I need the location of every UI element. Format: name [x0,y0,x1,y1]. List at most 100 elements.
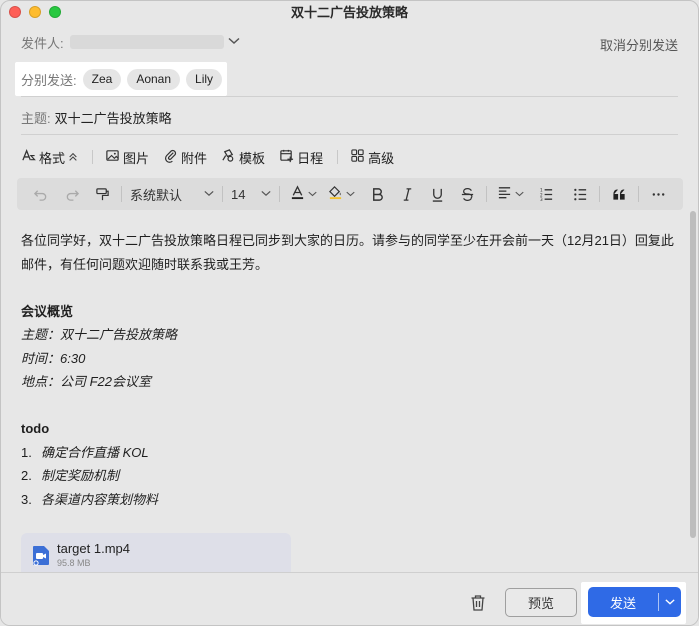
bullet-list-icon[interactable] [569,182,591,206]
recipient-chip[interactable]: Zea [82,68,122,90]
from-address-redacted[interactable] [69,35,224,49]
align-left-icon [497,185,512,203]
format-label: 格式 [39,150,66,166]
toolbar-divider [337,150,339,164]
window-controls [9,6,61,18]
subject-input[interactable]: 双十二广告投放策略 [55,108,172,127]
grid-icon [350,148,365,166]
video-file-icon [32,545,50,566]
image-icon [105,148,120,166]
italic-icon[interactable] [396,182,418,206]
schedule-label: 日程 [297,150,324,166]
compose-toolbar: 格式 图片 附件 模板 日程 高级 [21,142,678,172]
recipient-chip[interactable]: Aonan [127,68,181,90]
list-item: 2. 制定奖励机制 [21,464,678,488]
toolbar-divider [638,186,639,202]
overview-subject: 主题：双十二广告投放策略 [21,327,178,342]
advanced-button[interactable]: 高级 [350,148,394,167]
list-text: 各渠道内容策划物料 [41,491,159,507]
compose-window: 双十二广告投放策略 发件人: 取消分别发送 分别发送: Zea Aonan Li… [0,0,699,626]
divider [21,96,678,97]
chevron-down-icon [261,189,271,200]
chevron-down-icon [307,189,317,200]
quote-icon[interactable] [608,182,630,206]
font-family-select[interactable]: 系统默认 [130,182,214,206]
recipient-chip[interactable]: Lily [186,68,223,90]
window-title: 双十二广告投放策略 [290,5,408,20]
list-item: 1. 确定合作直播 KOL [21,441,678,465]
subject-row: 主题: 双十二广告投放策略 [21,101,678,135]
bold-icon[interactable] [366,182,388,206]
redo-icon[interactable] [61,182,83,206]
more-options-icon[interactable] [647,182,669,206]
minimize-window-button[interactable] [29,6,41,18]
list-item: 3. 各渠道内容策划物料 [21,488,678,512]
footer-bar: 预览 发送 [1,572,698,625]
send-label: 发送 [609,595,636,611]
separate-send-label: 分别发送: [21,72,77,88]
todo-heading: todo [21,421,50,436]
separate-send-row: 分别发送: Zea Aonan Lily [21,62,678,96]
template-icon [221,148,236,166]
title-bar: 双十二广告投放策略 [1,1,698,25]
numbered-list-icon[interactable]: 123 [535,182,557,206]
toolbar-divider [599,186,600,202]
attachment-label: 附件 [181,150,208,166]
insert-attachment-button[interactable]: 附件 [163,148,207,167]
list-number: 3. [21,491,32,507]
overview-time: 时间：6:30 [21,350,86,366]
highlight-fill-icon [328,185,343,203]
schedule-button[interactable]: 日程 [279,148,323,167]
toolbar-divider [222,186,223,202]
subject-label: 主题: [21,111,51,126]
scrollbar[interactable] [690,211,696,538]
message-body[interactable]: 各位同学好，双十二广告投放策略日程已同步到大家的日历。请参与的同学至少在开会前一… [21,229,678,511]
align-button[interactable] [495,182,525,206]
format-painter-icon[interactable] [91,182,113,206]
trash-icon[interactable] [470,594,486,612]
chevron-up-double-icon [68,150,78,165]
chevron-down-icon[interactable] [659,597,681,607]
attachment-size: 95.8 MB [57,558,91,568]
insert-image-button[interactable]: 图片 [105,148,149,167]
text-format-icon [21,148,36,166]
preview-button[interactable]: 预览 [505,588,577,617]
paperclip-icon [163,148,178,166]
strikethrough-icon[interactable] [456,182,478,206]
toolbar-divider [486,186,487,202]
cancel-separate-send-link[interactable]: 取消分别发送 [600,35,678,54]
overview-heading: 会议概览 [21,303,74,319]
chevron-down-icon [345,189,355,200]
svg-text:3: 3 [539,197,542,202]
zoom-window-button[interactable] [49,6,61,18]
list-text: 制定奖励机制 [41,468,120,483]
overview-place: 地点：公司 F22会议室 [21,374,152,389]
image-label: 图片 [123,150,150,166]
close-window-button[interactable] [9,6,21,18]
attachment-name: target 1.mp4 [57,541,130,556]
template-button[interactable]: 模板 [221,148,265,167]
chevron-down-icon[interactable] [228,36,240,48]
list-number: 2. [21,468,32,483]
formatting-bar: 系统默认 14 1 2 3 [17,178,683,210]
text-color-icon [290,185,305,203]
toolbar-divider [121,186,122,202]
attachment-card[interactable]: target 1.mp4 95.8 MB [21,533,291,577]
send-button[interactable]: 发送 [588,587,681,617]
highlight-color-button[interactable] [326,182,356,206]
text-color-button[interactable] [288,182,318,206]
toolbar-divider [92,150,94,164]
undo-icon[interactable] [29,182,51,206]
chevron-down-icon [204,189,214,200]
calendar-add-icon [279,148,294,166]
font-size-select[interactable]: 14 [231,182,271,206]
font-family-value: 系统默认 [130,187,183,203]
list-number: 1. [21,444,32,460]
toolbar-divider [279,186,280,202]
format-toggle-button[interactable]: 格式 [21,148,78,167]
intro-paragraph: 各位同学好，双十二广告投放策略日程已同步到大家的日历。请参与的同学至少在开会前一… [21,233,674,272]
from-row: 发件人: 取消分别发送 [21,27,678,57]
underline-icon[interactable] [426,182,448,206]
